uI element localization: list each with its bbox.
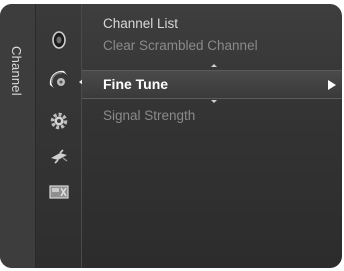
input-icon[interactable] bbox=[48, 145, 70, 167]
menu-category-title: Channel bbox=[9, 46, 24, 96]
menu-item-clear-scrambled-channel[interactable]: Clear Scrambled Channel bbox=[82, 36, 342, 56]
menu-category-sidebar: Channel bbox=[0, 4, 36, 268]
category-icon-column bbox=[36, 4, 82, 268]
menu-item-label: Channel List bbox=[103, 16, 179, 31]
setup-icon[interactable] bbox=[48, 110, 70, 132]
application-icon[interactable] bbox=[48, 181, 70, 203]
menu-item-signal-strength[interactable]: Signal Strength bbox=[82, 106, 342, 126]
menu-item-label: Clear Scrambled Channel bbox=[103, 38, 258, 53]
scroll-down-indicator bbox=[211, 100, 217, 103]
tv-osd-screen: Channel Channel List Clear Scrambled Cha… bbox=[0, 0, 344, 271]
menu-item-fine-tune[interactable]: Fine Tune bbox=[82, 70, 342, 99]
picture-icon[interactable] bbox=[48, 29, 70, 51]
scroll-up-indicator bbox=[211, 64, 217, 67]
channel-submenu: Channel List Clear Scrambled Channel Fin… bbox=[82, 4, 342, 268]
menu-item-label: Fine Tune bbox=[103, 76, 169, 92]
channel-menu-panel: Channel Channel List Clear Scrambled Cha… bbox=[0, 4, 342, 268]
menu-item-channel-list[interactable]: Channel List bbox=[82, 14, 342, 34]
submenu-arrow-icon bbox=[328, 80, 336, 90]
menu-item-label: Signal Strength bbox=[103, 108, 196, 123]
channel-icon[interactable] bbox=[46, 67, 68, 89]
